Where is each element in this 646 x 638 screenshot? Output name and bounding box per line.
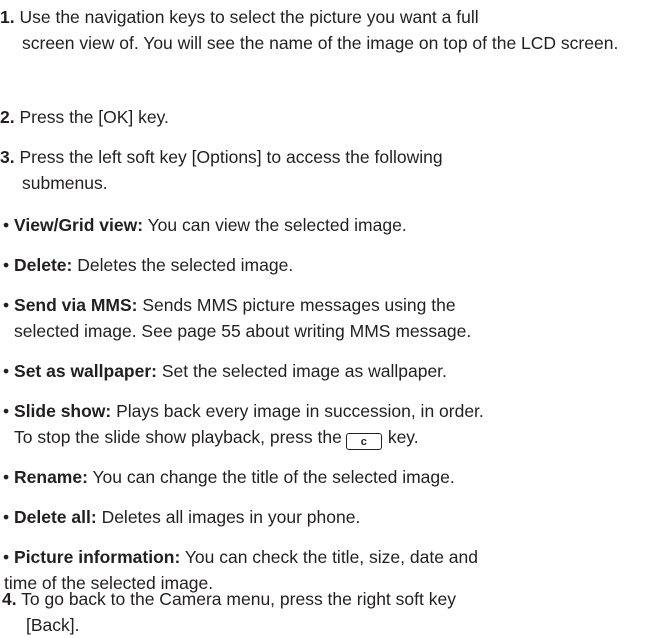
- step-text-continued: [Back].: [26, 615, 80, 635]
- bullet: •: [3, 361, 10, 381]
- submenu-desc: Deletes the selected image.: [72, 255, 294, 275]
- submenu-delete-all: • Delete all: Deletes all images in your…: [0, 504, 646, 530]
- submenu-slide-show: • Slide show: Plays back every image in …: [0, 398, 646, 450]
- slide-show-key-text: key.: [387, 427, 419, 447]
- step-4: 4. To go back to the Camera menu, press …: [0, 586, 646, 638]
- submenu-desc: You can change the title of the selected…: [87, 467, 455, 487]
- submenu-send-mms: • Send via MMS: Sends MMS picture messag…: [0, 292, 646, 344]
- submenu-desc: Deletes all images in your phone.: [96, 507, 361, 527]
- step-text: Use the navigation keys to select the pi…: [14, 7, 479, 27]
- step-text: To go back to the Camera menu, press the…: [16, 589, 456, 609]
- submenu-desc: You can check the title, size, date and: [180, 547, 478, 567]
- submenu-term: Set as wallpaper:: [14, 361, 157, 381]
- submenu-term: Delete:: [14, 255, 73, 275]
- submenu-view-grid: • View/Grid view: You can view the selec…: [0, 212, 646, 238]
- bullet: •: [3, 295, 10, 315]
- step-1: 1. Use the navigation keys to select the…: [0, 4, 646, 56]
- bullet: •: [3, 467, 10, 487]
- submenu-delete: • Delete: Deletes the selected image.: [0, 252, 646, 278]
- step-number: 2.: [0, 107, 15, 127]
- submenu-desc: Plays back every image in succession, in…: [111, 401, 484, 421]
- submenu-term: Slide show:: [14, 401, 112, 421]
- slide-show-stop-text: To stop the slide show playback, press t…: [14, 427, 342, 447]
- submenu-desc: You can view the selected image.: [143, 215, 407, 235]
- submenu-term: Send via MMS:: [14, 295, 138, 315]
- step-number: 4.: [2, 589, 17, 609]
- c-key-icon: c: [345, 433, 382, 450]
- submenu-term: Rename:: [14, 467, 88, 487]
- step-text-continued: submenus.: [22, 173, 108, 193]
- step-text: Press the left soft key [Options] to acc…: [14, 147, 443, 167]
- bullet: •: [3, 547, 10, 567]
- step-3: 3. Press the left soft key [Options] to …: [0, 144, 646, 196]
- submenu-term: View/Grid view:: [14, 215, 144, 235]
- submenu-term: Delete all:: [14, 507, 97, 527]
- submenu-desc: Sends MMS picture messages using the: [137, 295, 456, 315]
- manual-page: 1. Use the navigation keys to select the…: [0, 0, 646, 635]
- step-2: 2. Press the [OK] key.: [0, 104, 646, 130]
- submenu-desc-continued: selected image. See page 55 about writin…: [14, 321, 472, 341]
- submenu-desc: Set the selected image as wallpaper.: [157, 361, 447, 381]
- bullet: •: [3, 401, 10, 421]
- submenu-rename: • Rename: You can change the title of th…: [0, 464, 646, 490]
- step-number: 3.: [0, 147, 15, 167]
- step-text-continued: screen view of. You will see the name of…: [22, 33, 619, 53]
- submenu-term: Picture information:: [14, 547, 181, 567]
- bullet: •: [3, 215, 10, 235]
- bullet: •: [3, 255, 10, 275]
- step-number: 1.: [0, 7, 15, 27]
- bullet: •: [3, 507, 10, 527]
- submenu-set-wallpaper: • Set as wallpaper: Set the selected ima…: [0, 358, 646, 384]
- step-text: Press the [OK] key.: [14, 107, 169, 127]
- submenu-desc-continued: To stop the slide show playback, press t…: [0, 424, 646, 450]
